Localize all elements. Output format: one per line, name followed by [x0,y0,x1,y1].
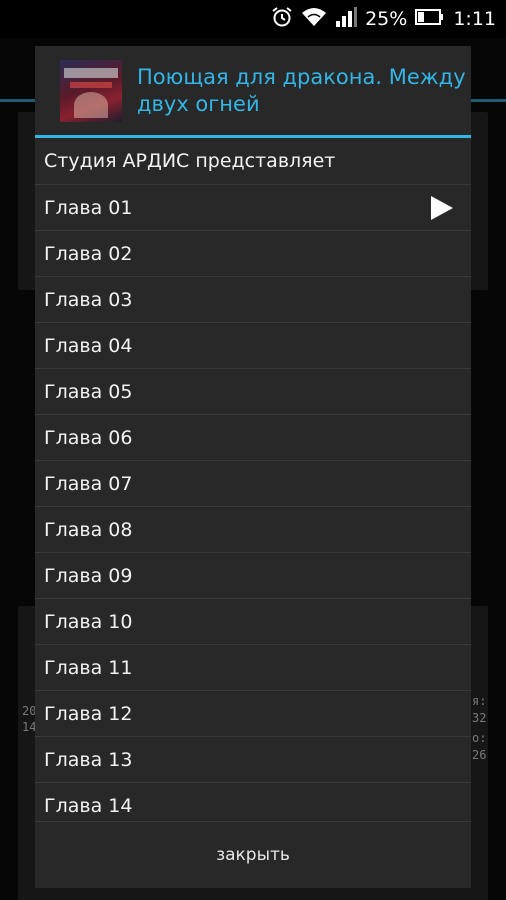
signal-icon [335,6,358,32]
dialog-footer: закрыть [35,821,471,888]
list-item-label: Глава 12 [44,702,133,725]
background-text-fragment: 32 [472,711,487,725]
wifi-icon [301,7,327,31]
list-item-label: Глава 02 [44,242,133,265]
list-item-label: Глава 01 [44,196,133,219]
alarm-icon [271,6,293,32]
battery-icon [415,8,445,30]
list-item[interactable]: Глава 14 [35,783,471,818]
list-item[interactable]: Глава 11 [35,645,471,691]
book-cover-image [60,59,122,122]
list-item[interactable]: Глава 12 [35,691,471,737]
list-item-label: Глава 11 [44,656,133,679]
battery-percent: 25% [365,8,408,30]
status-bar: 25% 1:11 [0,0,506,38]
list-item-label: Глава 13 [44,748,133,771]
list-item[interactable]: Глава 13 [35,737,471,783]
dialog-header: Поющая для дракона. Между двух огней [35,46,471,138]
chapter-list[interactable]: Студия АРДИС представляет Глава 01 Глава… [35,138,471,818]
list-item-label: Студия АРДИС представляет [44,150,336,172]
background-text-fragment: 26 [472,748,487,762]
list-item-label: Глава 08 [44,518,133,541]
list-item-label: Глава 10 [44,610,133,633]
list-item-label: Глава 14 [44,794,133,817]
list-item[interactable]: Глава 07 [35,461,471,507]
list-item[interactable]: Глава 04 [35,323,471,369]
list-item-label: Глава 04 [44,334,133,357]
list-item[interactable]: Студия АРДИС представляет [35,138,471,185]
list-item-label: Глава 07 [44,472,133,495]
close-button[interactable]: закрыть [216,845,290,865]
list-item[interactable]: Глава 03 [35,277,471,323]
chapter-dialog: Поющая для дракона. Между двух огней Сту… [35,46,471,888]
list-item[interactable]: Глава 02 [35,231,471,277]
list-item-label: Глава 06 [44,426,133,449]
background-text-fragment: я: [472,694,487,708]
list-item-label: Глава 03 [44,288,133,311]
list-item[interactable]: Глава 10 [35,599,471,645]
list-item[interactable]: Глава 01 [35,185,471,231]
list-item[interactable]: Глава 05 [35,369,471,415]
clock: 1:11 [453,8,496,30]
play-icon[interactable] [431,195,453,220]
list-item-label: Глава 09 [44,564,133,587]
list-item[interactable]: Глава 06 [35,415,471,461]
list-item[interactable]: Глава 08 [35,507,471,553]
list-item-label: Глава 05 [44,380,133,403]
list-item[interactable]: Глава 09 [35,553,471,599]
background-text-fragment: о: [472,731,487,745]
dialog-title: Поющая для дракона. Между двух огней [137,64,466,116]
